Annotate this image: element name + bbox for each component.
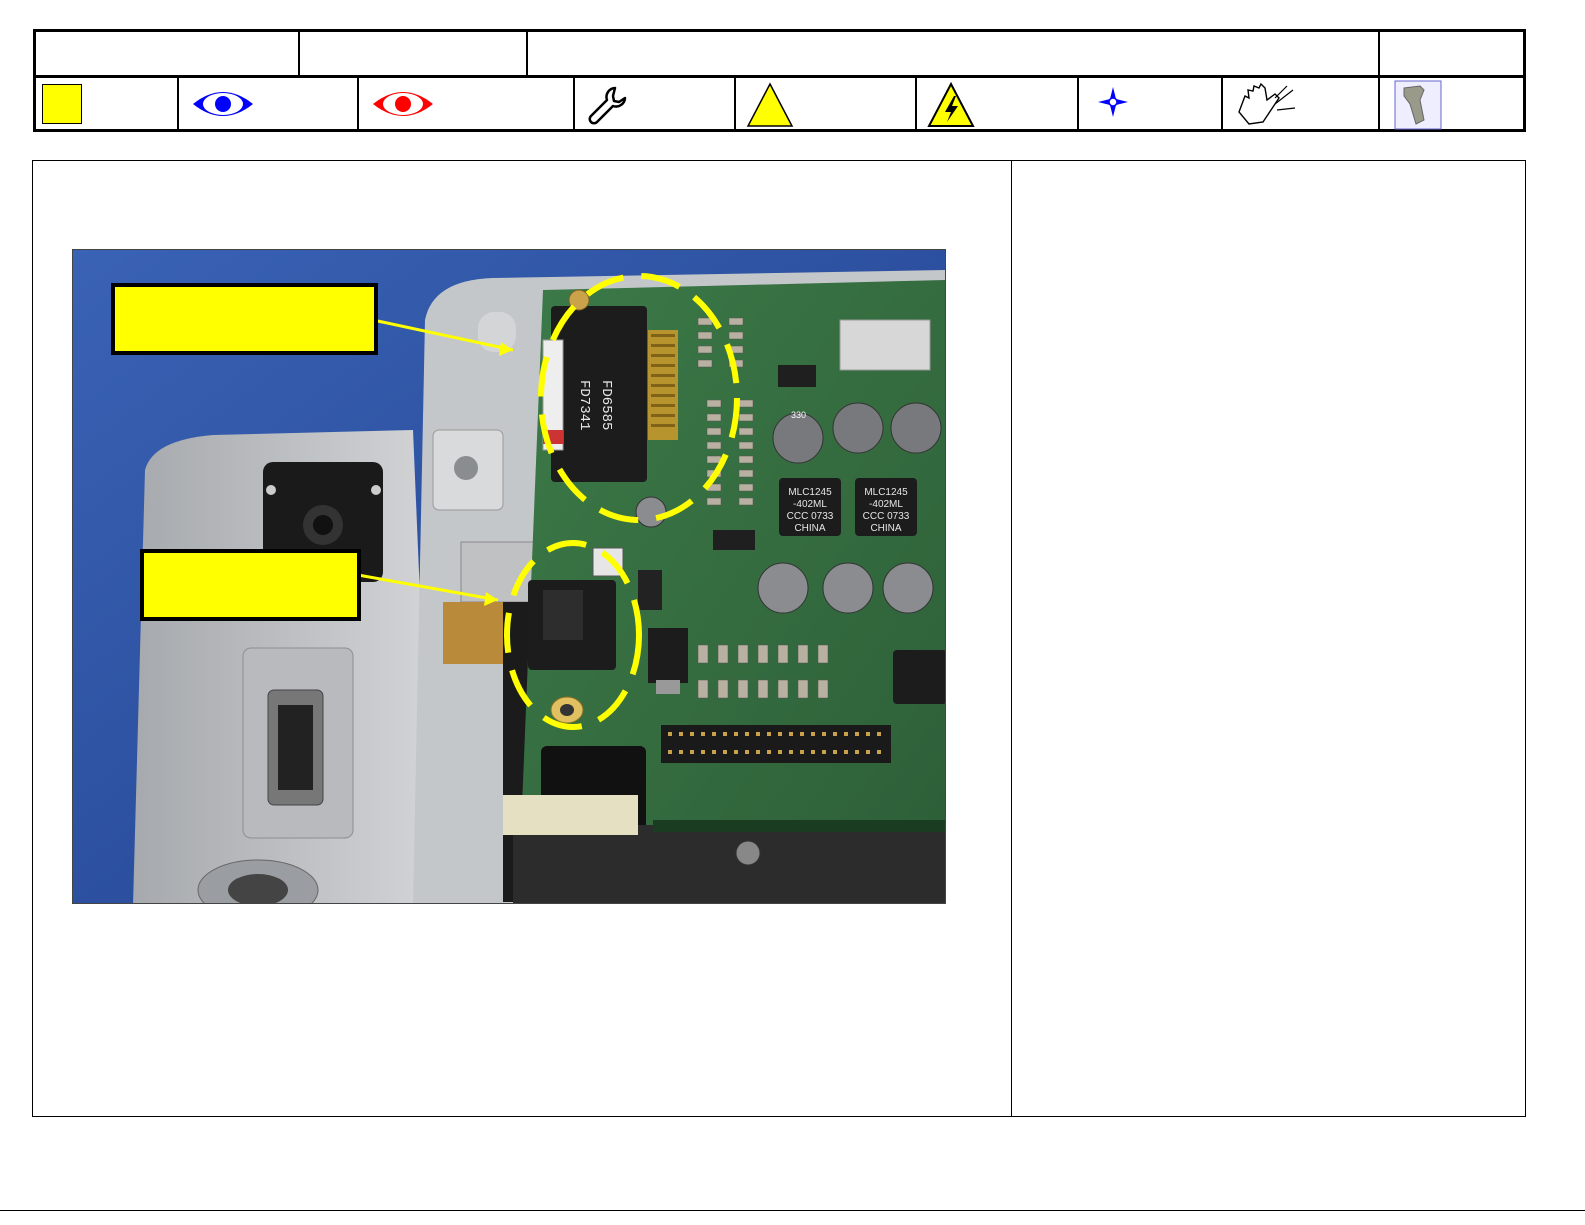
callout-lower-connector [140,549,361,621]
icon-cell-7 [1079,78,1223,129]
inductor-label-8: CHINA [870,523,901,534]
header-icon-row [36,78,1523,130]
barcode-scanner-icon [1394,80,1442,130]
icon-cell-8 [1223,78,1380,129]
inductor-label-4: CHINA [794,523,825,534]
cap-label: 330 [791,410,806,420]
icon-cell-3 [359,78,575,129]
inductor-label-7: CCC 0733 [863,511,910,522]
header-cell-2 [300,32,528,75]
inductor-label-5: MLC1245 [864,487,908,498]
header-top-row [36,32,1523,78]
icon-cell-4 [575,78,736,129]
header-table [33,29,1526,132]
page-bottom-rule [0,1210,1585,1211]
icon-cell-5 [736,78,917,129]
red-eye-icon [373,92,433,116]
icon-cell-9 [1380,78,1523,130]
inductor-label-1: MLC1245 [788,487,832,498]
blue-eye-icon [193,92,253,116]
callout-top-connector [111,283,378,355]
header-cell-1 [36,32,300,75]
icon-cell-6 [917,78,1079,129]
inductor-label-3: CCC 0733 [787,511,834,522]
header-cell-3 [528,32,1380,75]
icon-cell-2 [179,78,359,129]
yellow-square-icon [42,84,82,124]
inductor-label-2: -402ML [793,499,827,510]
esd-star-icon [1098,87,1128,117]
side-panel [1015,164,1520,1112]
wrench-icon [588,86,627,125]
content-divider [1011,160,1012,1117]
hand-gesture-icon [1238,82,1296,125]
header-cell-4 [1380,32,1523,75]
chip-label-fd7341: FD7341 [576,380,592,430]
chip-label-fd6585: FD6585 [598,380,614,430]
electrical-hazard-icon [927,82,975,127]
inductor-label-6: -402ML [869,499,903,510]
warning-triangle-icon [746,82,794,127]
icon-cell-1 [36,78,179,129]
